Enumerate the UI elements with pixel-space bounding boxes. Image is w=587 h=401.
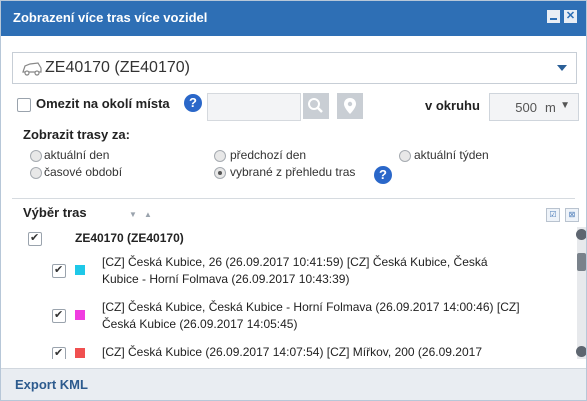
minimize-button[interactable]	[547, 10, 560, 23]
uncheck-all-icon[interactable]: ⊠	[565, 208, 579, 222]
radio-current-week[interactable]	[399, 150, 411, 162]
chevron-down-icon: ▼	[560, 100, 570, 111]
radio-selected-from-overview[interactable]	[214, 167, 226, 179]
route-color-swatch	[75, 310, 85, 320]
route-select-heading: Výběr tras	[23, 205, 87, 220]
route-1-line1[interactable]: [CZ] Česká Kubice, 26 (26.09.2017 10:41:…	[102, 254, 488, 271]
limit-label: Omezit na okolí místa	[36, 96, 170, 111]
radio-label-previous-day: předchozí den	[230, 148, 307, 162]
check-all-icon[interactable]: ☑	[546, 208, 560, 222]
route-list: ZE40170 (ZE40170) [CZ] Česká Kubice, 26 …	[12, 227, 577, 359]
dialog-title: Zobrazení více tras více vozidel	[13, 10, 208, 25]
route-checkbox[interactable]	[52, 263, 66, 278]
location-search-input[interactable]	[207, 93, 301, 121]
radio-label-current-day: aktuální den	[44, 148, 110, 162]
route-1-line2[interactable]: Kubice - Horní Folmava (26.09.2017 10:43…	[102, 271, 349, 288]
map-pin-icon	[344, 98, 356, 114]
radius-value: 500	[515, 100, 537, 115]
radio-label-time-period: časové období	[44, 165, 123, 179]
sort-down-icon[interactable]: ▼	[129, 210, 137, 219]
radius-unit: m	[545, 100, 556, 115]
dialog-footer: Export KML	[1, 368, 586, 400]
sort-up-icon[interactable]: ▲	[144, 210, 152, 219]
radio-label-current-week: aktuální týden	[414, 148, 489, 162]
export-kml-link[interactable]: Export KML	[15, 377, 88, 392]
vehicle-select-value: ZE40170 (ZE40170)	[45, 59, 190, 76]
route-checkbox[interactable]	[52, 346, 66, 359]
radius-label: v okruhu	[425, 98, 480, 113]
radius-select[interactable]: 500 m ▼	[489, 93, 579, 121]
route-list-scrollbar[interactable]	[576, 227, 586, 359]
route-color-swatch	[75, 265, 85, 275]
limit-checkbox[interactable]	[17, 98, 31, 112]
route-checkbox[interactable]	[52, 308, 66, 323]
scroll-up-icon[interactable]	[576, 229, 586, 240]
radio-previous-day[interactable]	[214, 150, 226, 162]
limit-help-icon[interactable]: ?	[184, 94, 202, 112]
pin-button[interactable]	[337, 93, 363, 119]
scroll-down-icon[interactable]	[576, 346, 586, 357]
route-2-line2[interactable]: Česká Kubice (26.09.2017 14:05:45)	[102, 316, 297, 333]
radio-current-day[interactable]	[30, 150, 42, 162]
radio-time-period[interactable]	[30, 167, 42, 179]
route-2-line1[interactable]: [CZ] Česká Kubice, Česká Kubice - Horní …	[102, 299, 520, 316]
vehicle-row-checkbox[interactable]	[28, 231, 42, 246]
show-routes-help-icon[interactable]: ?	[374, 166, 392, 184]
title-bar[interactable]: Zobrazení více tras více vozidel ✕	[1, 1, 586, 36]
route-dialog: Zobrazení více tras více vozidel ✕ ZE401…	[0, 0, 587, 401]
chevron-down-icon	[557, 65, 567, 71]
scrollbar-thumb[interactable]	[577, 253, 586, 271]
radio-label-selected-from-overview: vybrané z přehledu tras	[230, 165, 356, 179]
car-icon	[22, 62, 42, 76]
show-routes-heading: Zobrazit trasy za:	[23, 127, 130, 142]
vehicle-select[interactable]: ZE40170 (ZE40170)	[12, 52, 577, 84]
close-button[interactable]: ✕	[564, 10, 577, 23]
section-divider	[12, 198, 575, 199]
search-button[interactable]	[303, 93, 329, 119]
search-icon	[308, 98, 323, 113]
vehicle-row-label: ZE40170 (ZE40170)	[75, 231, 184, 245]
route-color-swatch	[75, 348, 85, 358]
route-3-line1[interactable]: [CZ] Česká Kubice (26.09.2017 14:07:54) …	[102, 344, 482, 359]
